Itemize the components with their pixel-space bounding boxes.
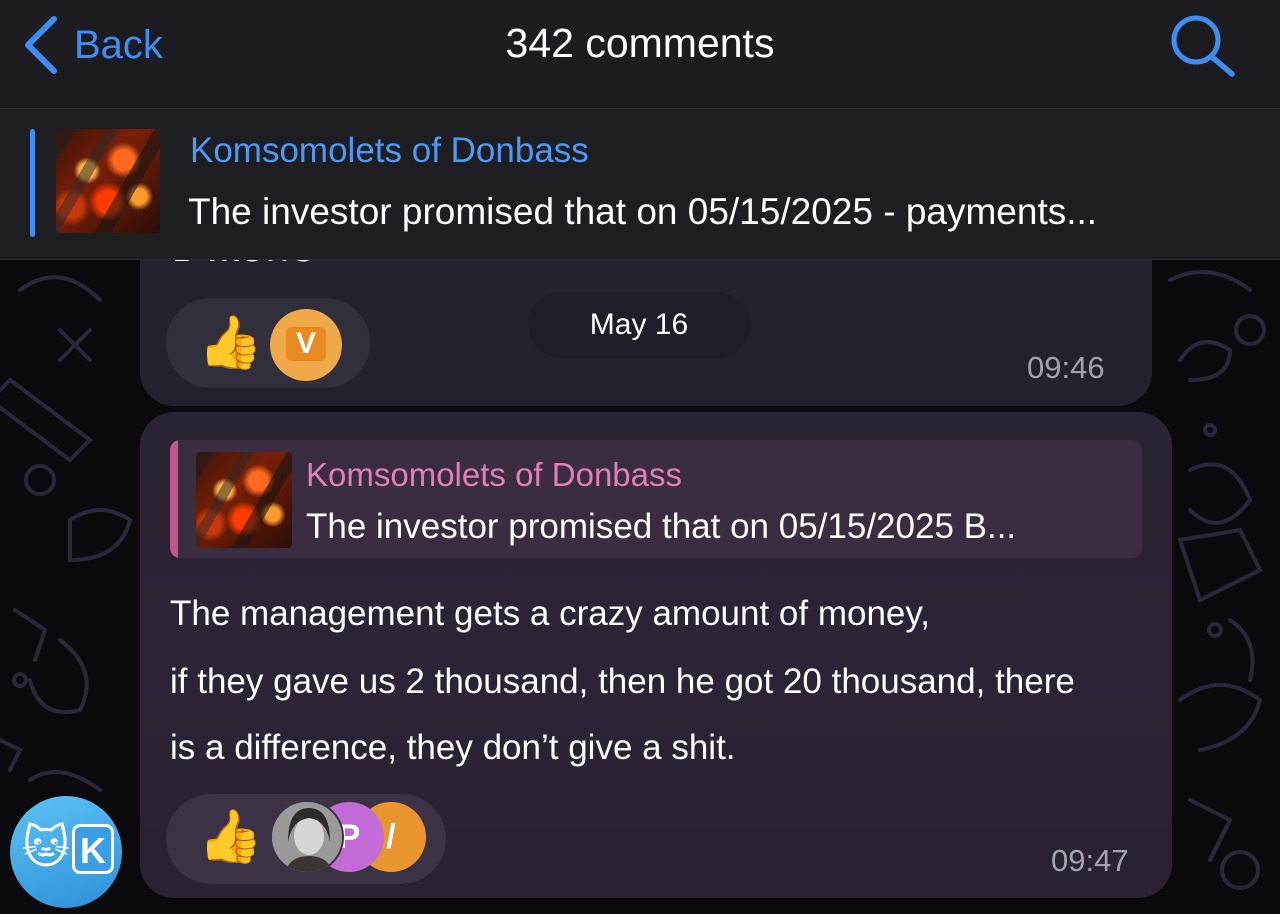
channel-post-thumbnail: [56, 129, 160, 233]
message-text-line: The management gets a crazy amount of mo…: [170, 594, 931, 633]
reply-accent-bar: [170, 440, 178, 558]
pinned-channel-name: Komsomolets of Donbass: [190, 131, 589, 170]
reply-channel-name: Komsomolets of Donbass: [306, 456, 683, 493]
reaction-user-photo-avatar: [270, 800, 344, 874]
reply-preview-text: The investor promised that on 05/15/2025…: [306, 507, 1017, 546]
reply-thumbnail: [196, 452, 292, 548]
navigation-bar: Back 342 comments: [0, 0, 1280, 108]
search-icon[interactable]: [1168, 12, 1238, 78]
page-title: 342 comments: [505, 20, 775, 66]
sender-avatar[interactable]: 🐱 K: [10, 796, 122, 908]
reply-quote[interactable]: Komsomolets of Donbass The investor prom…: [170, 440, 1142, 558]
message-text-line: if they gave us 2 thousand, then he got …: [170, 662, 1075, 701]
cat-face-icon: 🐱: [22, 821, 70, 873]
pinned-accent-bar: [30, 129, 35, 237]
date-divider: May 16: [528, 292, 750, 358]
avatar-letter: V: [286, 327, 326, 361]
thumbs-up-reaction-icon[interactable]: 👍: [198, 806, 263, 867]
pinned-post-text: The investor promised that on 05/15/2025…: [188, 191, 1098, 232]
message-text-line: is a difference, they don’t give a shit.: [170, 728, 736, 767]
message-time: 09:46: [1027, 350, 1105, 385]
thumbs-up-reaction-icon[interactable]: 👍: [198, 312, 263, 373]
reaction-user-avatar: V: [270, 309, 342, 381]
pinned-post-preview[interactable]: Komsomolets of Donbass The investor prom…: [0, 108, 1280, 260]
message-time: 09:47: [1051, 843, 1129, 878]
avatar-letter: K: [72, 824, 114, 874]
